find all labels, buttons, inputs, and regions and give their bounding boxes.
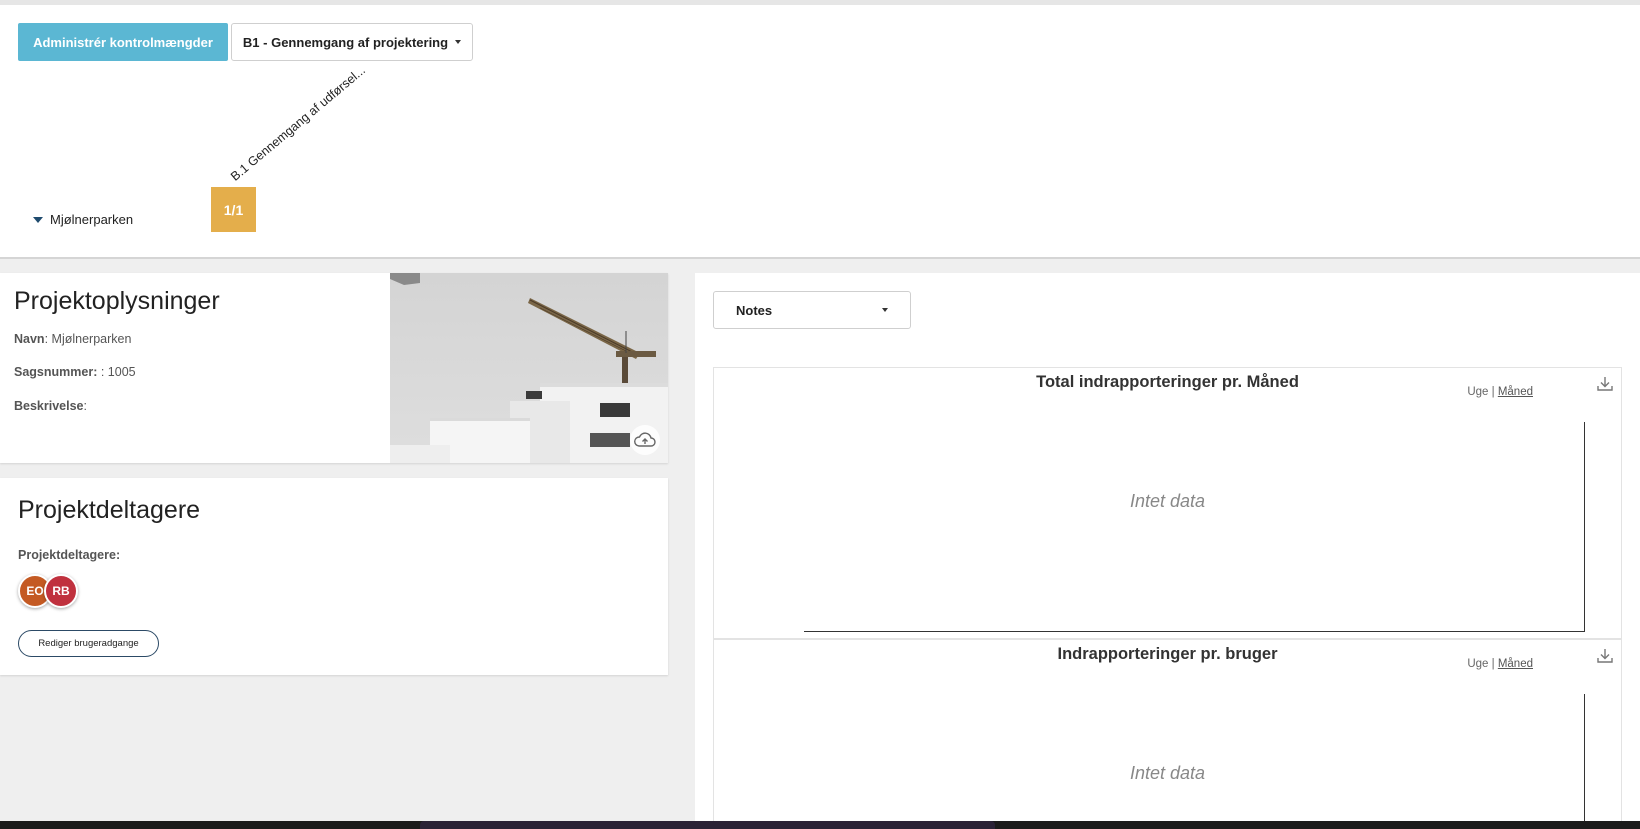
chart-x-axis [804, 631, 1585, 632]
cloud-upload-icon [634, 432, 656, 447]
project-name-line: Navn: Mjølnerparken [14, 332, 132, 346]
avatar[interactable]: RB [44, 574, 78, 608]
chart-y-axis [1584, 694, 1585, 829]
description-label: Beskrivelse [14, 399, 84, 413]
chart-y-axis [1584, 422, 1585, 632]
matrix-column-header: B.1 Gennemgang af udførsel... [228, 63, 368, 184]
participants-label: Projektdeltagere: [18, 548, 121, 562]
project-info-card: Projektoplysninger Navn: Mjølnerparken S… [0, 273, 668, 463]
os-taskbar-strip [0, 821, 1640, 829]
toggle-month[interactable]: Måned [1498, 386, 1533, 398]
participants-card: Projektdeltagere Projektdeltagere: EO RB… [0, 478, 668, 675]
admin-control-quantities-button[interactable]: Administrér kontrolmængder [18, 23, 228, 61]
cloud-upload-button[interactable] [630, 425, 660, 455]
period-toggle: Uge | Måned [1467, 386, 1533, 398]
toggle-separator: | [1491, 386, 1495, 398]
matrix-row-label: Mjølnerparken [50, 212, 134, 227]
construction-photo-icon [390, 273, 668, 463]
period-toggle: Uge | Måned [1467, 658, 1533, 670]
matrix-cell-status[interactable]: 1/1 [211, 187, 256, 232]
toggle-week[interactable]: Uge [1467, 658, 1488, 670]
control-plan-dropdown-label: B1 - Gennemgang af projektering [242, 34, 449, 50]
edit-user-access-button[interactable]: Rediger brugeradgange [18, 630, 159, 657]
download-icon[interactable] [1595, 646, 1615, 666]
empty-state-text: Intet data [1129, 763, 1206, 783]
project-name-label: Navn [14, 332, 45, 346]
os-dock [420, 821, 995, 829]
case-number-label: Sagsnummer: [14, 365, 98, 379]
notes-dropdown-label: Notes [736, 302, 773, 318]
caret-down-icon [455, 40, 462, 44]
project-image [390, 273, 668, 463]
empty-state-text: Intet data [1129, 491, 1206, 511]
toggle-week[interactable]: Uge [1467, 386, 1488, 398]
control-plan-dropdown[interactable]: B1 - Gennemgang af projektering [231, 23, 473, 61]
download-icon[interactable] [1595, 374, 1615, 394]
user-reports-chart: Indrapporteringer pr. bruger Uge | Måned… [713, 639, 1622, 829]
statistics-panel: Notes Total indrapporteringer pr. Måned … [695, 273, 1640, 829]
case-number-line: Sagsnummer: : 1005 [14, 365, 136, 379]
notes-dropdown[interactable]: Notes [713, 291, 911, 329]
control-matrix-panel: Administrér kontrolmængder B1 - Gennemga… [0, 5, 1640, 259]
project-info-title: Projektoplysninger [14, 287, 220, 315]
toggle-month[interactable]: Måned [1498, 658, 1533, 670]
toggle-separator: | [1491, 658, 1495, 670]
triangle-down-icon [33, 216, 43, 223]
caret-down-icon [882, 308, 888, 312]
matrix-row-toggle[interactable]: Mjølnerparken [33, 212, 133, 227]
case-number-value: : 1005 [100, 365, 136, 379]
project-name-value: Mjølnerparken [51, 332, 132, 346]
participants-title: Projektdeltagere [18, 496, 201, 524]
description-line: Beskrivelse: [14, 399, 87, 413]
monthly-reports-chart: Total indrapporteringer pr. Måned Uge | … [713, 367, 1622, 639]
